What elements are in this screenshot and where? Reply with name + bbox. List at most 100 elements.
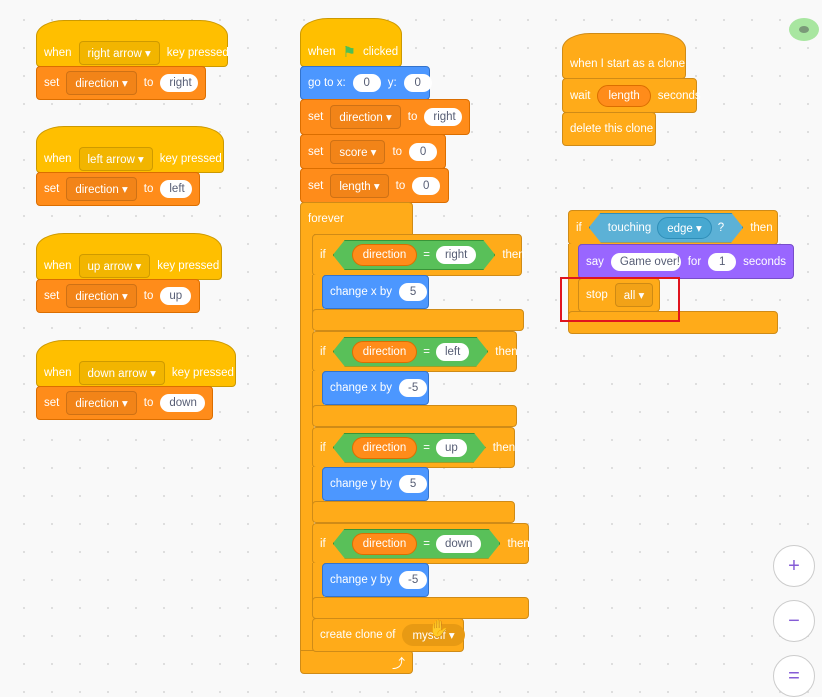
touching-target-dropdown[interactable]: edge — [657, 217, 712, 239]
variable-reporter[interactable]: length — [597, 84, 651, 107]
label: clicked — [362, 45, 399, 58]
when-key-pressed-block[interactable]: when right arrow key pressed — [36, 20, 229, 67]
variable-dropdown[interactable]: direction — [66, 177, 137, 201]
zoom-reset-icon: = — [788, 664, 800, 687]
label: then — [495, 345, 518, 358]
label: seconds — [657, 89, 701, 102]
key-dropdown[interactable]: up arrow — [78, 253, 151, 278]
value-input[interactable]: right — [424, 108, 462, 126]
when-key-pressed-block[interactable]: when up arrow key pressed — [36, 233, 222, 280]
key-dropdown[interactable]: left arrow — [78, 146, 153, 171]
amount-input[interactable]: 5 — [399, 475, 428, 493]
wait-block[interactable]: wait length seconds — [562, 78, 701, 113]
value-input[interactable]: right — [436, 246, 476, 264]
label: when — [44, 366, 72, 379]
seconds-input[interactable]: 1 — [708, 252, 737, 271]
value-input[interactable]: up — [436, 439, 467, 457]
set-variable-block[interactable]: set direction toleft — [36, 172, 200, 206]
amount-input[interactable]: -5 — [399, 379, 428, 397]
change-y-block[interactable]: change y by -5 — [322, 563, 429, 597]
forever-bottom: ⤴ — [300, 650, 413, 674]
y-input[interactable]: 0 — [403, 74, 432, 92]
label: set — [308, 179, 324, 192]
label: = — [423, 441, 430, 454]
label: set — [44, 183, 60, 195]
label: for — [687, 255, 702, 268]
value-input[interactable]: down — [160, 394, 205, 412]
variable-dropdown[interactable]: direction — [66, 71, 137, 95]
if-then-block[interactable]: if touching edge? then — [568, 210, 778, 245]
variable-dropdown[interactable]: direction — [66, 284, 137, 308]
value-input[interactable]: right — [160, 74, 198, 92]
equals-operator[interactable]: direction = left — [333, 337, 489, 367]
say-for-seconds-block[interactable]: say Game over! for 1 seconds — [578, 244, 794, 279]
zoom-reset-button[interactable]: = — [773, 655, 815, 697]
key-dropdown[interactable]: down arrow — [78, 360, 165, 385]
zoom-out-button[interactable]: − — [773, 600, 815, 642]
change-x-block[interactable]: change x by 5 — [322, 275, 429, 309]
label: then — [507, 537, 530, 550]
label: key pressed — [171, 366, 234, 379]
message-input[interactable]: Game over! — [610, 252, 681, 271]
if-then-block[interactable]: if direction = down then — [312, 523, 530, 564]
key-dropdown[interactable]: right arrow — [78, 40, 160, 65]
variable-dropdown[interactable]: score — [330, 139, 386, 164]
amount-input[interactable]: -5 — [399, 571, 428, 589]
value-input[interactable]: up — [160, 287, 192, 305]
set-variable-block[interactable]: set direction toup — [36, 279, 200, 313]
label: to — [143, 397, 154, 409]
label: if — [576, 221, 582, 234]
value-input[interactable]: 0 — [412, 176, 441, 195]
label: when — [44, 46, 72, 59]
when-flag-clicked-block[interactable]: when ⚑ clicked — [300, 18, 402, 67]
change-x-block[interactable]: change x by -5 — [322, 371, 429, 405]
amount-input[interactable]: 5 — [399, 283, 428, 301]
label: then — [502, 249, 525, 261]
equals-operator[interactable]: direction = up — [333, 433, 486, 463]
variable-reporter[interactable]: direction — [352, 244, 417, 266]
if-then-block[interactable]: if direction = left then — [312, 331, 518, 372]
label: ? — [717, 221, 725, 234]
variable-reporter[interactable]: direction — [352, 341, 417, 363]
if-then-block[interactable]: if direction = up then — [312, 427, 515, 468]
change-y-block[interactable]: change y by 5 — [322, 467, 429, 501]
when-start-as-clone-block[interactable]: when I start as a clone — [562, 33, 686, 79]
value-input[interactable]: left — [436, 343, 469, 361]
value-input[interactable]: down — [436, 535, 482, 553]
if-then-block[interactable]: if direction = right then — [312, 234, 525, 276]
forever-block[interactable]: forever — [300, 202, 413, 235]
variable-dropdown[interactable]: direction — [330, 105, 401, 129]
when-key-pressed-block[interactable]: when down arrow key pressed — [36, 340, 236, 387]
zoom-in-button[interactable]: + — [773, 545, 815, 587]
label: touching — [607, 221, 652, 234]
set-variable-block[interactable]: set direction toright — [36, 66, 206, 100]
set-variable-block[interactable]: set scoreto 0 — [300, 134, 446, 169]
touching-sensor[interactable]: touching edge? — [589, 213, 743, 243]
equals-operator[interactable]: direction = right — [333, 240, 496, 270]
label: to — [395, 179, 406, 192]
variable-dropdown[interactable]: direction — [66, 391, 137, 415]
label: set — [308, 145, 324, 158]
variable-dropdown[interactable]: length — [330, 173, 389, 198]
delete-clone-block[interactable]: delete this clone — [562, 112, 656, 146]
value-input[interactable]: left — [160, 180, 192, 198]
label: if — [320, 345, 326, 358]
variable-reporter[interactable]: direction — [352, 533, 417, 555]
set-variable-block[interactable]: set direction toright — [300, 99, 470, 135]
highlight-box — [560, 277, 680, 322]
label: = — [423, 537, 430, 550]
variable-reporter[interactable]: direction — [352, 437, 417, 459]
go-to-xy-block[interactable]: go to x: 0 y: 0 — [300, 66, 432, 100]
set-variable-block[interactable]: set direction todown — [36, 386, 213, 420]
value-input[interactable]: 0 — [409, 142, 438, 161]
label: change y by — [330, 478, 393, 490]
when-key-pressed-block[interactable]: when left arrow key pressed — [36, 126, 224, 173]
x-input[interactable]: 0 — [352, 74, 381, 92]
label: change x by — [330, 382, 393, 394]
hand-cursor-icon: ✋ — [428, 619, 450, 638]
equals-operator[interactable]: direction = down — [333, 529, 501, 559]
set-variable-block[interactable]: set length to 0 — [300, 168, 449, 203]
zoom-out-icon: − — [788, 609, 800, 632]
sprite-indicator — [789, 18, 819, 41]
label: forever — [308, 212, 344, 225]
